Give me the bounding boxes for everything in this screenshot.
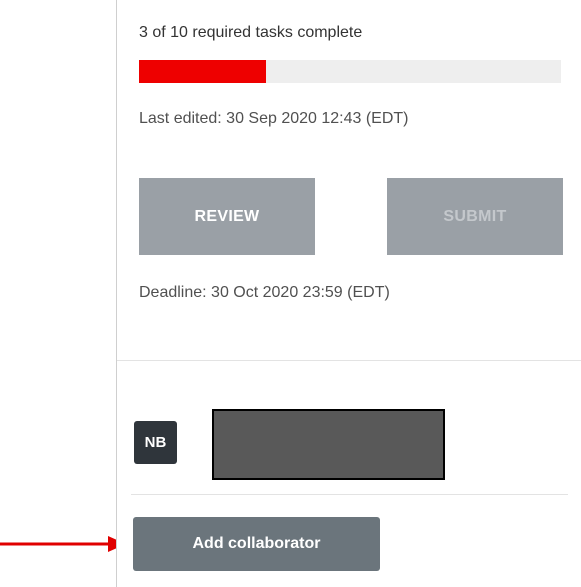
progress-bar — [139, 60, 561, 83]
section-divider — [117, 360, 581, 361]
last-edited-text: Last edited: 30 Sep 2020 12:43 (EDT) — [139, 110, 409, 127]
submit-button[interactable]: SUBMIT — [387, 178, 563, 255]
submission-panel: 3 of 10 required tasks complete Last edi… — [116, 0, 581, 587]
collaborator-avatar: NB — [134, 421, 177, 464]
arrow-right-icon — [0, 536, 126, 552]
collaborator-divider — [131, 494, 568, 495]
progress-bar-fill — [139, 60, 266, 83]
add-collaborator-button[interactable]: Add collaborator — [133, 517, 380, 571]
collaborator-name-redacted — [212, 409, 445, 480]
deadline-text: Deadline: 30 Oct 2020 23:59 (EDT) — [139, 284, 390, 301]
review-button[interactable]: REVIEW — [139, 178, 315, 255]
screenshot-stage: 3 of 10 required tasks complete Last edi… — [0, 0, 581, 587]
progress-text: 3 of 10 required tasks complete — [139, 24, 363, 41]
